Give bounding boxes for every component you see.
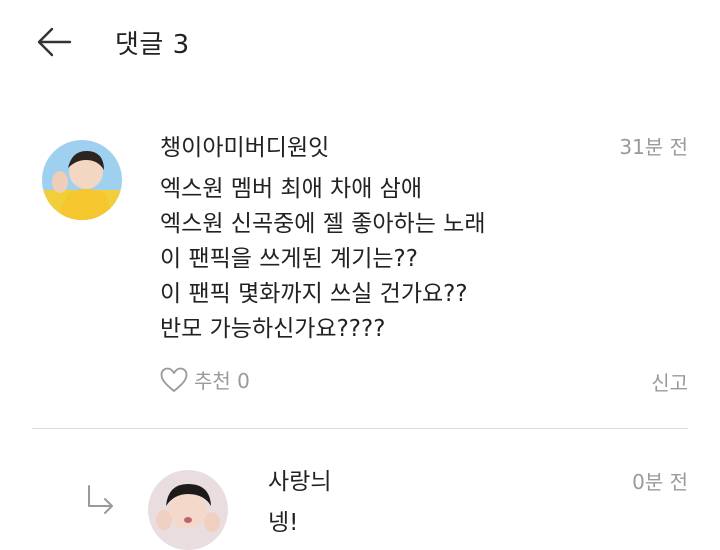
reply-body: 넹!: [268, 510, 299, 536]
comment-body: 엑스원 멤버 최애 차애 삼애 엑스원 신곡중에 젤 좋아하는 노래 이 팬픽을…: [160, 172, 485, 347]
avatar[interactable]: [42, 140, 122, 220]
reply-arrow-icon: [86, 484, 116, 520]
comment-body-line: 이 팬픽 몇화까지 쓰실 건가요??: [160, 281, 468, 307]
avatar[interactable]: [148, 470, 228, 550]
heart-icon: [160, 367, 188, 392]
comment-body-line: 이 팬픽을 쓰게된 계기는??: [160, 246, 418, 272]
back-button[interactable]: [34, 22, 74, 62]
page-title: 댓글 3: [115, 30, 190, 60]
comment-body-line: 반모 가능하신가요????: [160, 316, 386, 342]
report-button[interactable]: 신고: [651, 367, 688, 396]
reply-timestamp: 0분 전: [632, 470, 688, 494]
arrow-left-icon: [37, 27, 72, 57]
comment-author[interactable]: 챙이아미버디원잇: [160, 128, 329, 162]
comment-body-line: 엑스원 신곡중에 젤 좋아하는 노래: [160, 211, 486, 237]
like-count-label: 추천 0: [194, 369, 250, 393]
header-bar: 댓글 3: [0, 0, 720, 86]
divider: [32, 428, 688, 429]
comment-body-line: 엑스원 멤버 최애 차애 삼애: [160, 176, 423, 202]
like-button[interactable]: 추천 0: [160, 365, 250, 394]
comment-timestamp: 31분 전: [619, 135, 688, 159]
reply-author[interactable]: 사랑늬: [268, 462, 331, 496]
